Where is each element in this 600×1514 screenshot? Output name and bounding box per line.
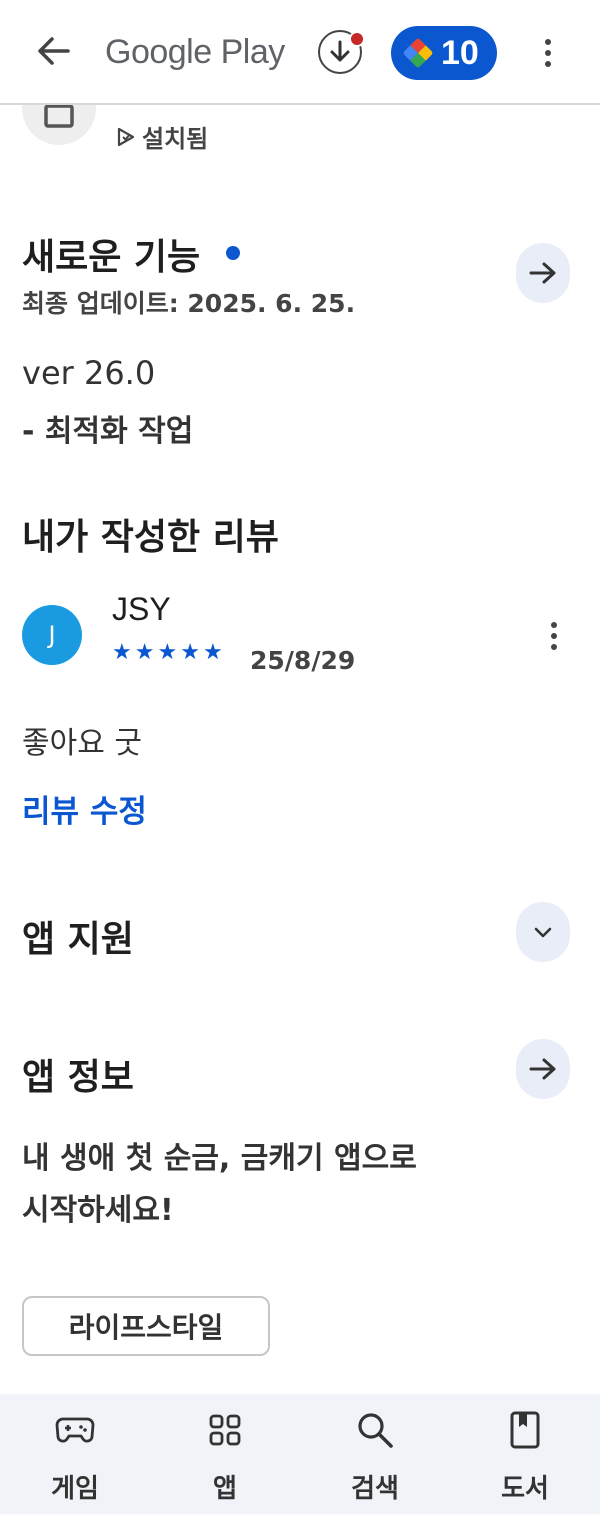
back-arrow-icon xyxy=(38,37,70,65)
more-vert-icon xyxy=(545,39,551,45)
new-indicator-dot xyxy=(226,246,240,260)
book-icon xyxy=(505,1410,545,1450)
more-vert-icon xyxy=(551,622,557,628)
more-options-button[interactable] xyxy=(530,32,566,74)
download-arrow-icon xyxy=(330,40,350,62)
star-icon: ★ xyxy=(180,640,200,665)
notification-dot xyxy=(349,31,365,47)
nav-item-books[interactable]: 도서 xyxy=(450,1394,600,1514)
app-info-title: 앱 정보 xyxy=(22,1057,134,1098)
my-review-title: 내가 작성한 리뷰 xyxy=(22,517,279,558)
whats-new-arrow-button[interactable] xyxy=(516,243,570,303)
star-icon: ★ xyxy=(157,640,178,665)
version-text: ver 26.0 xyxy=(22,354,156,392)
release-notes: - 최적화 작업 xyxy=(22,414,194,449)
installed-status: 설치됨 xyxy=(116,119,208,154)
apps-grid-icon xyxy=(205,1410,245,1450)
review-more-button[interactable] xyxy=(534,614,574,658)
whats-new-title: 새로운 기능 xyxy=(22,237,201,278)
play-points-icon xyxy=(402,37,434,69)
play-points-button[interactable]: 10 xyxy=(391,26,497,80)
app-support-title: 앱 지원 xyxy=(22,919,134,960)
star-rating: ★ ★ ★ ★ ★ xyxy=(112,640,223,665)
nav-item-search[interactable]: 검색 xyxy=(300,1394,450,1514)
star-icon: ★ xyxy=(112,640,132,665)
star-icon: ★ xyxy=(134,640,155,665)
app-description-line1: 내 생애 첫 순금, 금캐기 앱으로 xyxy=(22,1141,417,1176)
chevron-down-icon xyxy=(534,927,552,938)
search-icon xyxy=(355,1410,395,1450)
avatar: J xyxy=(22,605,82,665)
nav-label-search: 검색 xyxy=(351,1474,399,1504)
review-text: 좋아요 굿 xyxy=(22,726,142,761)
nav-item-apps[interactable]: 앱 xyxy=(150,1394,300,1514)
nav-label-books: 도서 xyxy=(501,1474,549,1504)
app-info-arrow-button[interactable] xyxy=(516,1039,570,1099)
arrow-right-icon xyxy=(529,1058,556,1080)
nav-label-games: 게임 xyxy=(51,1474,99,1504)
app-support-expand-button[interactable] xyxy=(516,902,570,962)
play-installed-icon xyxy=(117,127,135,146)
back-button[interactable] xyxy=(30,28,76,74)
points-count: 10 xyxy=(441,33,479,72)
nav-item-games[interactable]: 게임 xyxy=(0,1394,150,1514)
edit-review-link[interactable]: 리뷰 수정 xyxy=(22,786,147,831)
reviewer-name: JSY xyxy=(112,591,171,627)
category-chip[interactable]: 라이프스타일 xyxy=(22,1296,270,1356)
gamepad-icon xyxy=(55,1410,95,1450)
app-title: Google Play xyxy=(105,33,285,71)
arrow-right-icon xyxy=(529,262,556,284)
installed-label: 설치됨 xyxy=(142,125,209,153)
nav-label-apps: 앱 xyxy=(213,1474,237,1504)
top-app-bar: Google Play 10 xyxy=(0,0,600,105)
review-date: 25/8/29 xyxy=(250,646,356,675)
last-updated: 최종 업데이트: 2025. 6. 25. xyxy=(22,289,356,318)
star-icon: ★ xyxy=(202,640,223,665)
bottom-navigation: 게임 앱 검색 도서 xyxy=(0,1394,600,1514)
app-description-line2: 시작하세요! xyxy=(22,1193,174,1228)
